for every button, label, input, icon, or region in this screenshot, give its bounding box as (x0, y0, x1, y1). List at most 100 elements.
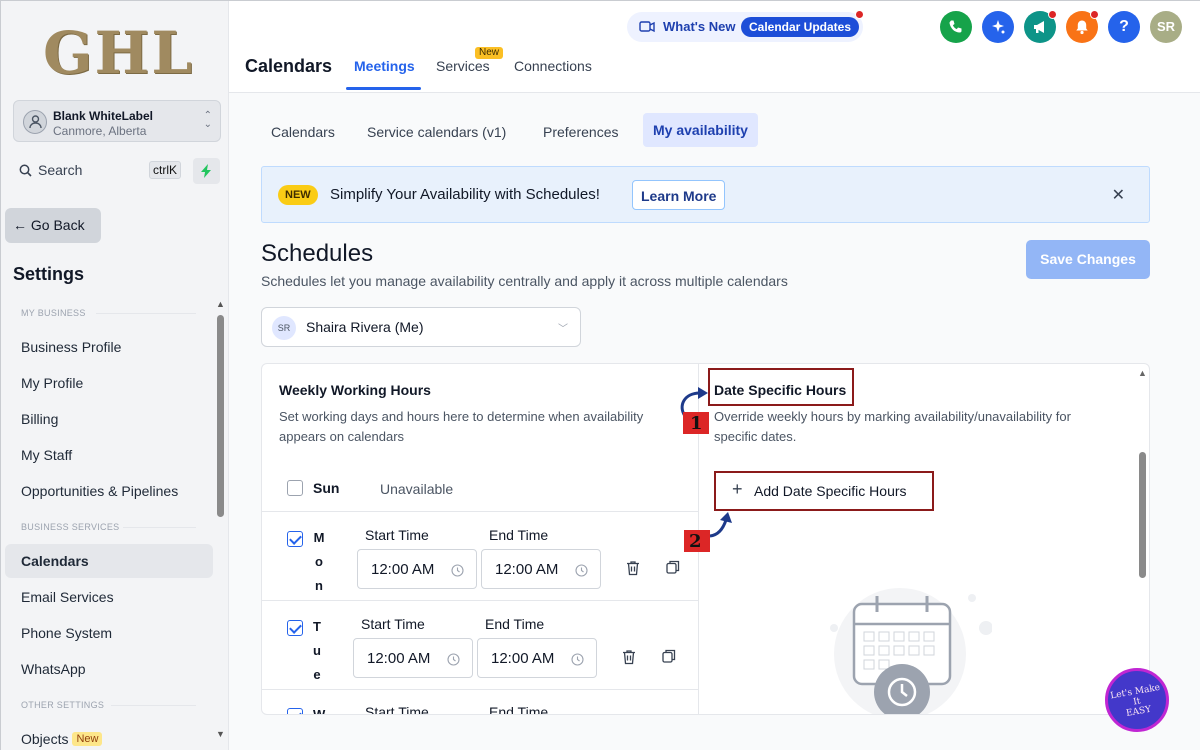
notification-dot (855, 10, 864, 19)
notifications-button[interactable] (1066, 10, 1099, 43)
badge-line: EASY (1125, 704, 1153, 719)
new-badge: New (475, 47, 504, 59)
sidebar: GHL Blank WhiteLabel Canmore, Alberta ⌃ ⌄… (1, 1, 229, 750)
user-select-value: Shaira Rivera (Me) (306, 319, 424, 335)
sidebar-item-calendars[interactable]: Calendars (5, 544, 213, 578)
account-switcher[interactable]: Blank WhiteLabel Canmore, Alberta ⌃ ⌄ (13, 100, 221, 142)
day-checkbox[interactable] (287, 480, 303, 496)
weekly-hours-title: Weekly Working Hours (279, 382, 431, 398)
phone-button[interactable] (940, 11, 972, 43)
sidebar-scrollbar[interactable]: ▲ ▼ (216, 299, 225, 739)
sidebar-item-whatsapp[interactable]: WhatsApp (5, 652, 213, 686)
active-tab-indicator (346, 87, 421, 90)
sidebar-item-phone-system[interactable]: Phone System (5, 616, 213, 650)
subtab-my-availability[interactable]: My availability (643, 113, 758, 147)
question-icon: ? (1119, 18, 1129, 35)
day-checkbox[interactable] (287, 620, 303, 636)
sidebar-item-email-services[interactable]: Email Services (5, 580, 213, 614)
search-shortcut: ctrlK (149, 161, 181, 179)
info-banner: NEW Simplify Your Availability with Sche… (261, 166, 1150, 223)
go-back-button[interactable]: ← Go Back (5, 208, 101, 243)
end-time-input[interactable]: 12:00 AM (477, 638, 597, 678)
day-checkbox[interactable] (287, 708, 303, 714)
sidebar-item-objects[interactable]: Objects New (5, 722, 213, 750)
user-select[interactable]: SR Shaira Rivera (Me) ﹀ (261, 307, 581, 347)
scrollbar-thumb[interactable] (217, 315, 224, 517)
section-other-settings: OTHER SETTINGS (21, 700, 105, 710)
divider (123, 527, 196, 528)
tab-meetings[interactable]: Meetings (354, 58, 415, 74)
learn-more-button[interactable]: Learn More (632, 180, 726, 210)
scroll-up-icon[interactable]: ▲ (1138, 368, 1147, 378)
account-name: Blank WhiteLabel (53, 109, 154, 123)
user-avatar[interactable]: SR (1150, 11, 1182, 43)
banner-text: Simplify Your Availability with Schedule… (330, 186, 600, 203)
end-time-label: End Time (489, 527, 549, 543)
day-letter: W (313, 707, 326, 715)
clock-icon (571, 653, 584, 666)
sidebar-item-my-staff[interactable]: My Staff (5, 438, 213, 472)
lightning-icon (201, 164, 211, 178)
end-time-input[interactable]: 12:00 AM (481, 549, 601, 589)
sidebar-item-billing[interactable]: Billing (5, 402, 213, 436)
subtab-service-calendars[interactable]: Service calendars (v1) (367, 124, 506, 140)
announcement-icon (639, 21, 655, 33)
day-letter: T (313, 619, 321, 634)
bell-icon (1076, 20, 1088, 35)
quick-action-button[interactable] (193, 158, 220, 184)
divider (96, 313, 196, 314)
start-time-label: Start Time (365, 704, 429, 715)
calendar-illustration-icon (830, 588, 992, 714)
whats-new-pill[interactable]: What's New Calendar Updates (627, 10, 864, 42)
go-back-label: Go Back (30, 217, 85, 233)
chevron-down-icon: ﹀ (558, 324, 568, 335)
arrow-left-icon: ← (13, 217, 27, 233)
brand-logo: GHL (43, 19, 195, 87)
copy-icon[interactable] (666, 560, 680, 574)
whats-new-label: What's New (663, 19, 736, 34)
ai-assistant-button[interactable] (982, 11, 1014, 43)
phone-icon (949, 20, 962, 33)
help-button[interactable]: ? (1108, 11, 1140, 43)
day-letter: M (313, 530, 325, 545)
subtab-preferences[interactable]: Preferences (543, 124, 618, 140)
end-time-value: 12:00 AM (495, 561, 559, 578)
search-label: Search (38, 162, 83, 178)
tab-connections[interactable]: Connections (514, 58, 592, 74)
trash-icon[interactable] (626, 560, 640, 576)
account-avatar-icon (23, 110, 47, 134)
scroll-down-icon[interactable]: ▼ (216, 729, 225, 739)
subtab-calendars[interactable]: Calendars (271, 124, 335, 140)
start-time-input[interactable]: 12:00 AM (353, 638, 473, 678)
day-row-tuesday: T u e Start Time End Time 12:00 AM 12:00… (262, 601, 698, 690)
sidebar-item-my-profile[interactable]: My Profile (5, 366, 213, 400)
scroll-up-icon[interactable]: ▲ (216, 299, 225, 309)
save-changes-button[interactable]: Save Changes (1026, 240, 1150, 279)
page-title: Calendars (245, 56, 333, 76)
sidebar-item-opportunities[interactable]: Opportunities & Pipelines (5, 474, 213, 508)
day-letter: o (315, 554, 323, 569)
sidebar-item-business-profile[interactable]: Business Profile (5, 330, 213, 364)
schedules-subtitle: Schedules let you manage availability ce… (261, 273, 788, 289)
unavailable-label: Unavailable (380, 481, 454, 497)
copy-icon[interactable] (662, 649, 676, 663)
scrollbar-thumb[interactable] (1139, 452, 1146, 578)
tab-services[interactable]: Services (436, 58, 490, 74)
close-icon[interactable]: ✕ (1112, 185, 1125, 205)
avatar-initials: SR (1156, 19, 1176, 34)
trash-icon[interactable] (622, 649, 636, 665)
start-time-input[interactable]: 12:00 AM (357, 549, 477, 589)
add-date-specific-hours-button[interactable]: + Add Date Specific Hours (714, 471, 934, 511)
card-scrollbar[interactable]: ▲ (1136, 364, 1149, 714)
main-content: Calendars Service calendars (v1) Prefere… (229, 93, 1200, 750)
day-letter: e (313, 667, 321, 682)
calendar-updates-badge[interactable]: Calendar Updates (741, 17, 860, 37)
date-specific-title: Date Specific Hours (714, 382, 847, 398)
weekly-hours-description: Set working days and hours here to deter… (279, 409, 644, 444)
day-checkbox[interactable] (287, 531, 303, 547)
megaphone-button[interactable] (1024, 10, 1057, 43)
day-letter: u (313, 643, 321, 658)
settings-title: Settings (13, 264, 85, 284)
objects-label: Objects (21, 731, 69, 747)
search-input[interactable]: Search ctrlK (13, 158, 187, 184)
